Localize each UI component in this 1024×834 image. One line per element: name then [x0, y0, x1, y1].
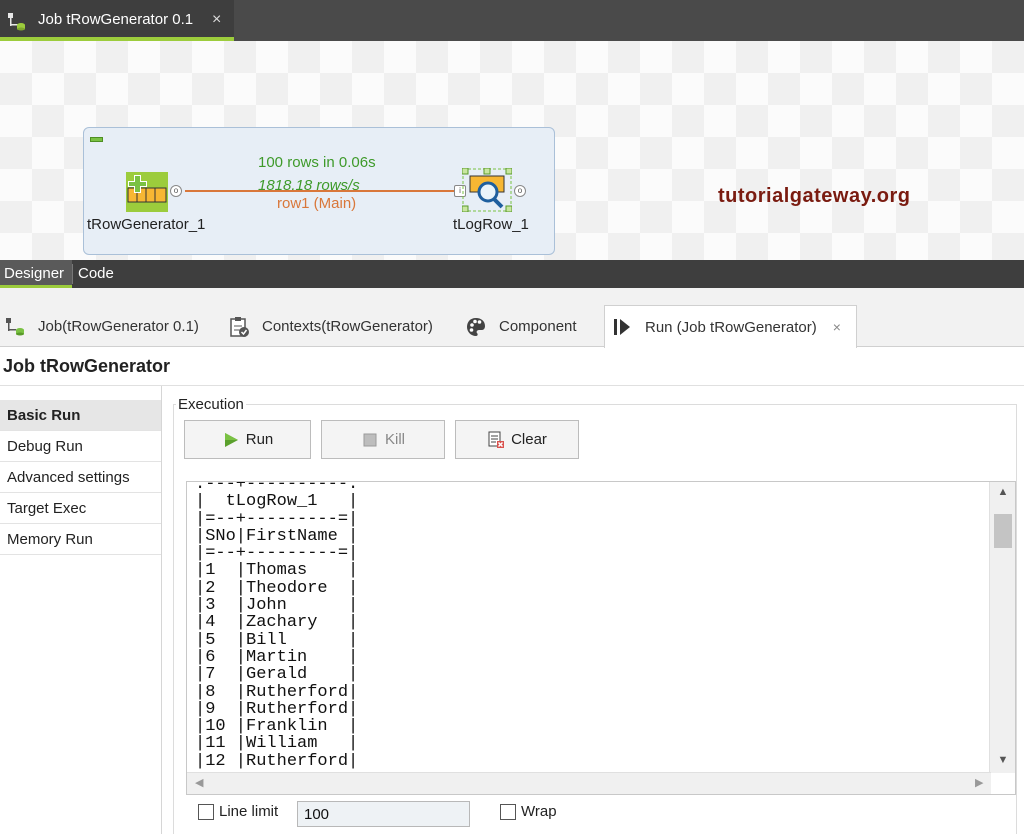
run-button-label: Run	[245, 431, 274, 448]
scroll-thumb[interactable]	[994, 514, 1012, 548]
title-divider	[0, 385, 1024, 386]
designer-canvas[interactable]: 100 rows in 0.06s 1818.18 rows/s row1 (M…	[0, 41, 1024, 260]
clear-button-label: Clear	[511, 431, 547, 448]
line-limit-checkbox[interactable]	[198, 804, 214, 820]
scroll-up-icon[interactable]: ▲	[990, 486, 1015, 498]
console-line: |11 |William |	[195, 734, 359, 754]
wrap-label: Wrap	[521, 803, 557, 820]
tab-job-settings-label: Job(tRowGenerator 0.1)	[38, 318, 199, 335]
wrap-checkbox[interactable]	[500, 804, 516, 820]
nav-divider	[161, 386, 162, 834]
editor-tab-bar: Job tRowGenerator 0.1 ×	[0, 0, 1024, 41]
tab-contexts-label: Contexts(tRowGenerator)	[262, 318, 433, 335]
console-line: |1 |Thomas |	[195, 561, 359, 581]
kill-button[interactable]: Kill	[321, 420, 445, 459]
palette-icon	[467, 317, 485, 336]
contexts-icon	[230, 316, 249, 337]
link-label[interactable]: row1 (Main)	[277, 195, 356, 212]
console-line: |6 |Martin |	[195, 647, 359, 667]
close-icon[interactable]: ×	[212, 11, 221, 29]
run-button[interactable]: Run	[184, 420, 311, 459]
tab-component-label: Component	[499, 318, 577, 335]
run-panel-icon	[614, 319, 630, 335]
log-output-connector[interactable]: o	[514, 185, 526, 197]
console-line: |9 |Rutherford|	[195, 699, 359, 719]
source-component-label[interactable]: tRowGenerator_1	[87, 216, 205, 233]
link-rate-stat: 1818.18 rows/s	[258, 177, 360, 194]
console-line: |SNo|FirstName |	[195, 526, 359, 546]
job-icon	[8, 13, 25, 31]
console-line: |3 |John |	[195, 596, 359, 616]
execution-legend: Execution	[176, 396, 246, 413]
line-limit-input[interactable]	[297, 801, 470, 827]
console-line: |8 |Rutherford|	[195, 682, 359, 702]
console-line: |=--+---------=|	[195, 544, 359, 564]
job-icon	[6, 317, 24, 335]
tab-contexts[interactable]: Contexts(tRowGenerator)	[228, 306, 433, 347]
scroll-right-icon[interactable]: ▶	[975, 776, 983, 789]
kill-button-label: Kill	[384, 431, 405, 448]
close-icon[interactable]: ×	[833, 319, 841, 335]
tab-run-label: Run (Job tRowGenerator)	[645, 318, 817, 336]
tab-designer[interactable]: Designer	[0, 260, 72, 288]
console-line: |10 |Franklin |	[195, 717, 359, 737]
console-output[interactable]: .---+----------. | tLogRow_1 | |=--+------…	[186, 481, 1016, 795]
panel-title: Job tRowGenerator	[3, 356, 171, 376]
output-connector[interactable]: o	[170, 185, 182, 197]
view-tab-bar: Designer Code	[0, 260, 1024, 288]
stop-icon	[363, 433, 377, 446]
nav-debug-run[interactable]: Debug Run	[0, 431, 162, 462]
scroll-down-icon[interactable]: ▼	[990, 754, 1015, 766]
scroll-left-icon[interactable]: ◀	[195, 776, 203, 789]
run-mode-nav: Basic Run Debug Run Advanced settings Ta…	[0, 400, 162, 555]
tab-job-settings[interactable]: Job(tRowGenerator 0.1)	[4, 306, 199, 347]
row-generator-icon[interactable]	[126, 172, 168, 212]
panel-tab-bar: Job(tRowGenerator 0.1) Contexts(tRowGene…	[0, 288, 1024, 348]
console-line: |=--+---------=|	[195, 509, 359, 529]
nav-basic-run[interactable]: Basic Run	[0, 400, 162, 431]
clear-button[interactable]: Clear	[455, 420, 579, 459]
vertical-scrollbar[interactable]: ▲ ▼	[989, 482, 1015, 773]
tab-code[interactable]: Code	[74, 260, 120, 288]
play-icon	[224, 432, 238, 447]
nav-advanced-settings[interactable]: Advanced settings	[0, 462, 162, 493]
tab-run[interactable]: Run (Job tRowGenerator) ×	[604, 305, 857, 348]
target-component-label[interactable]: tLogRow_1	[453, 216, 529, 233]
console-line: | tLogRow_1 |	[195, 492, 359, 512]
editor-tab-job[interactable]: Job tRowGenerator 0.1 ×	[0, 0, 234, 41]
collapse-icon[interactable]	[90, 137, 103, 142]
console-line: |2 |Theodore |	[195, 578, 359, 598]
link-rows-stat: 100 rows in 0.06s	[258, 154, 376, 171]
nav-memory-run[interactable]: Memory Run	[0, 524, 162, 555]
horizontal-scrollbar[interactable]: ◀ ▶	[187, 772, 991, 794]
console-line: |12 |Rutherford|	[195, 751, 359, 771]
watermark: tutorialgateway.org	[718, 185, 911, 207]
line-limit-label: Line limit	[219, 803, 279, 820]
nav-target-exec[interactable]: Target Exec	[0, 493, 162, 524]
editor-tab-title: Job tRowGenerator 0.1	[38, 11, 194, 28]
console-line: |5 |Bill |	[195, 630, 359, 650]
subjob-container[interactable]: 100 rows in 0.06s 1818.18 rows/s row1 (M…	[83, 127, 555, 255]
log-row-icon[interactable]	[462, 168, 512, 212]
console-line: |4 |Zachary |	[195, 613, 359, 633]
clear-console-icon	[488, 431, 505, 448]
tab-component[interactable]: Component	[465, 306, 577, 347]
console-text: .---+----------. | tLogRow_1 | |=--+------…	[195, 482, 359, 771]
tab-separator	[72, 264, 73, 284]
console-line: |7 |Gerald |	[195, 665, 359, 685]
